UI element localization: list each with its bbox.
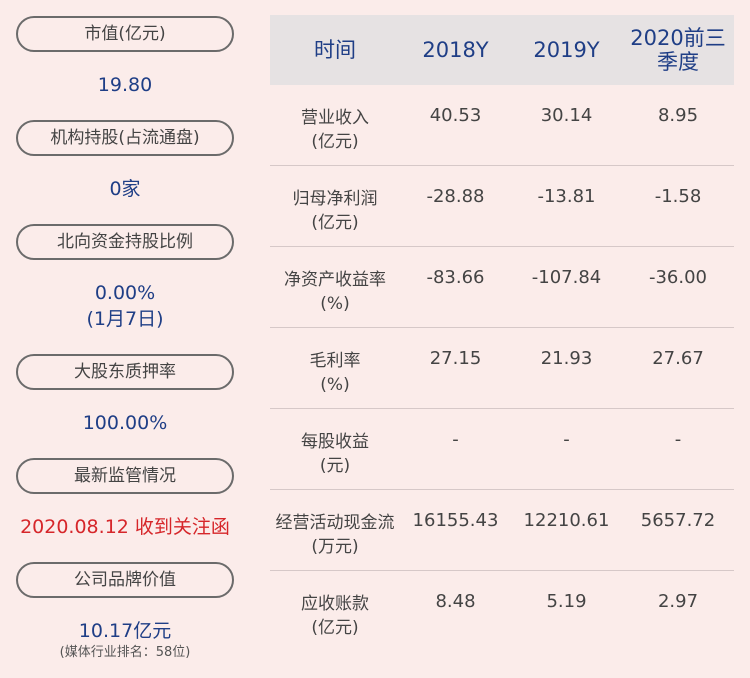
market-cap-label: 市值(亿元)	[16, 16, 234, 52]
cell-value: 16155.43	[412, 510, 499, 531]
cell-value: 12210.61	[523, 510, 610, 531]
brand-value-label: 公司品牌价值	[16, 562, 234, 598]
cell-value: -28.88	[426, 186, 485, 207]
row-unit: (亿元)	[311, 132, 359, 152]
cell-value: -	[563, 429, 570, 450]
cell-value: 30.14	[540, 105, 593, 126]
table-row: 毛利率 (%) 27.15 21.93 27.67	[270, 328, 734, 409]
table-row: 应收账款 (亿元) 8.48 5.19 2.97	[270, 571, 734, 652]
stock-summary-panel: 市值(亿元) 19.80 机构持股(占流通盘) 0家 北向资金持股比例 0.00…	[0, 0, 250, 678]
table-header: 时间 2018Y 2019Y 2020前三季度	[270, 15, 734, 85]
cell-value: -107.84	[531, 267, 602, 288]
cell-value: 27.67	[652, 348, 704, 369]
cell-value: -13.81	[537, 186, 596, 207]
cell-value: 2.97	[657, 591, 699, 612]
table-row: 经营活动现金流 (万元) 16155.43 12210.61 5657.72	[270, 490, 734, 571]
row-unit: (%)	[320, 375, 350, 395]
cell-value: -1.58	[654, 186, 702, 207]
northbound-ratio-date: (1月7日)	[86, 308, 164, 330]
brand-value-value: 10.17亿元	[78, 620, 172, 642]
row-unit: (亿元)	[311, 213, 359, 233]
row-label: 毛利率	[309, 351, 361, 371]
northbound-ratio-value: 0.00%	[94, 282, 156, 304]
institution-holding-label: 机构持股(占流通盘)	[16, 120, 234, 156]
cell-value: -83.66	[426, 267, 485, 288]
row-unit: (亿元)	[311, 618, 359, 638]
row-unit: (%)	[320, 294, 350, 314]
cell-value: 8.95	[657, 105, 699, 126]
financial-table: 时间 2018Y 2019Y 2020前三季度 营业收入 (亿元) 40.53 3…	[270, 15, 734, 652]
row-unit: (元)	[319, 456, 351, 476]
table-row: 净资产收益率 (%) -83.66 -107.84 -36.00	[270, 247, 734, 328]
table-row: 归母净利润 (亿元) -28.88 -13.81 -1.58	[270, 166, 734, 247]
regulatory-status-value: 2020.08.12 收到关注函	[20, 516, 230, 538]
brand-value-rank-note: (媒体行业排名：58位)	[59, 645, 191, 660]
header-time: 时间	[314, 38, 356, 62]
cell-value: 8.48	[435, 591, 476, 612]
row-label: 应收账款	[301, 594, 369, 614]
row-label: 净资产收益率	[284, 270, 386, 290]
row-label: 营业收入	[301, 108, 369, 128]
cell-value: 5.19	[546, 591, 587, 612]
cell-value: -	[674, 429, 682, 450]
header-2019: 2019Y	[533, 38, 600, 62]
northbound-ratio-label: 北向资金持股比例	[16, 224, 234, 260]
row-label: 归母净利润	[292, 189, 378, 209]
cell-value: 27.15	[429, 348, 482, 369]
pledge-ratio-label: 大股东质押率	[16, 354, 234, 390]
cell-value: 40.53	[429, 105, 482, 126]
cell-value: -	[452, 429, 459, 450]
header-2018: 2018Y	[422, 38, 489, 62]
cell-value: -36.00	[648, 267, 708, 288]
cell-value: 5657.72	[640, 510, 716, 531]
row-label: 每股收益	[301, 432, 369, 452]
institution-holding-value: 0家	[109, 178, 141, 200]
pledge-ratio-value: 100.00%	[82, 412, 168, 434]
row-unit: (万元)	[311, 537, 359, 557]
table-row: 每股收益 (元) - - -	[270, 409, 734, 490]
table-row: 营业收入 (亿元) 40.53 30.14 8.95	[270, 85, 734, 166]
header-2020q3: 2020前三季度	[630, 26, 726, 74]
cell-value: 21.93	[540, 348, 593, 369]
regulatory-status-label: 最新监管情况	[16, 458, 234, 494]
market-cap-value: 19.80	[97, 74, 153, 96]
row-label: 经营活动现金流	[275, 513, 395, 533]
